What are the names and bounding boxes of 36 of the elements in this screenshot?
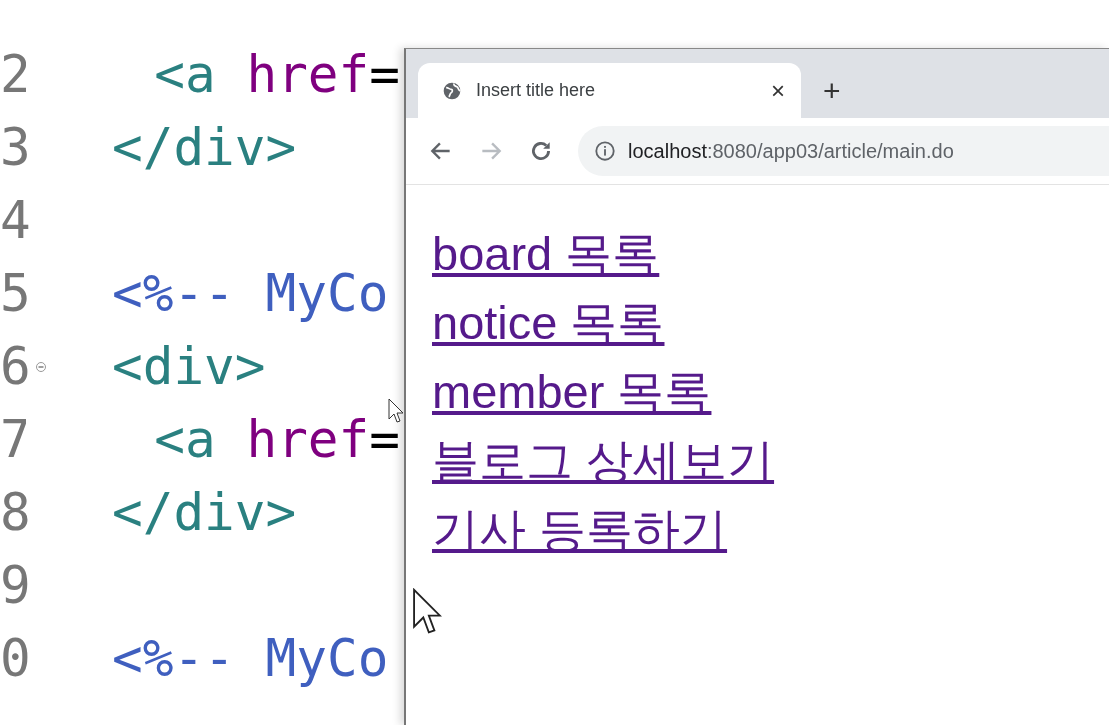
line-number: 3 — [0, 118, 32, 177]
pointer-icon — [412, 588, 442, 636]
new-tab-button[interactable]: + — [823, 74, 841, 108]
page-link[interactable]: member 목록 — [432, 357, 712, 426]
line-number: 5 — [0, 264, 32, 323]
page-link[interactable]: 블로그 상세보기 — [432, 426, 775, 495]
line-number: 8 — [0, 483, 32, 542]
line-number: 6 — [0, 337, 32, 396]
code-token: = — [369, 410, 400, 469]
page-link[interactable]: notice 목록 — [432, 288, 665, 357]
page-link[interactable]: 기사 등록하기 — [432, 495, 728, 564]
code-token: <a — [153, 45, 216, 104]
page-link[interactable]: board 목록 — [432, 219, 660, 288]
info-icon — [594, 140, 616, 162]
line-number: 9 — [0, 556, 32, 615]
browser-tab[interactable]: Insert title here × — [418, 63, 801, 118]
code-token: href — [245, 410, 370, 469]
globe-icon — [442, 80, 462, 101]
close-button[interactable]: × — [771, 76, 785, 105]
line-number: 0 — [0, 629, 32, 688]
line-number: 2 — [0, 45, 27, 104]
url-host: localhost — [628, 139, 707, 163]
code-token: <%-- MyCo — [112, 264, 389, 323]
line-number: 4 — [0, 191, 32, 250]
code-token: </div> — [112, 483, 297, 542]
code-token: = — [369, 45, 400, 104]
url-path: :8080/app03/article/main.do — [706, 139, 954, 163]
code-token: <%-- MyCo — [112, 629, 389, 688]
code-token: <div> — [112, 337, 266, 396]
code-token: href — [245, 45, 370, 104]
code-token: <a — [153, 410, 216, 469]
code-token: </div> — [112, 118, 297, 177]
tab-title: Insert title here — [476, 80, 597, 101]
address-bar[interactable]: localhost:8080/app03/article/main.do — [578, 126, 1109, 176]
line-number: 7 — [0, 410, 27, 469]
fold-icon[interactable] — [35, 360, 47, 373]
